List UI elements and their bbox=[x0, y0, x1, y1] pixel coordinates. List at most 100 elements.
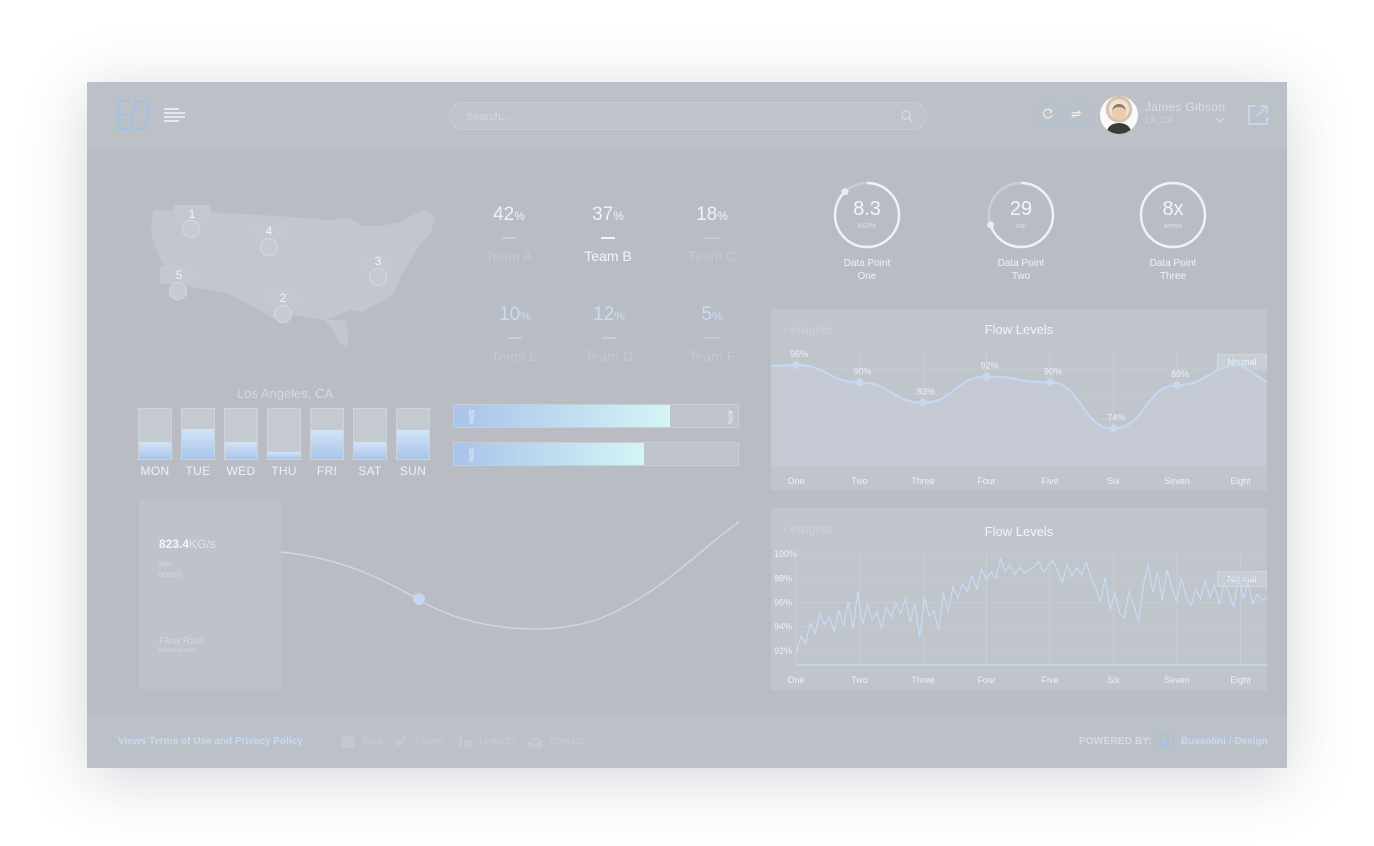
gauge-label-line2: Three bbox=[1159, 271, 1187, 282]
team-value: 10% bbox=[475, 304, 555, 326]
x-tick-label: One bbox=[787, 476, 804, 486]
progress-label-left: 50% bbox=[467, 410, 474, 425]
x-tick-label: Six bbox=[1107, 675, 1120, 685]
refresh-icon bbox=[1043, 108, 1053, 119]
day-bar bbox=[138, 408, 172, 460]
gauge-value: 8x bbox=[1162, 198, 1184, 220]
location-title: Los Angeles, CA bbox=[237, 386, 334, 401]
team-name[interactable]: Team B bbox=[563, 248, 653, 264]
data-point[interactable] bbox=[792, 361, 800, 369]
map-pin-icon[interactable] bbox=[169, 282, 187, 300]
y-tick-label: 94% bbox=[774, 622, 792, 632]
chevron-down-icon[interactable] bbox=[1215, 116, 1225, 124]
day-bar-fill bbox=[139, 441, 171, 459]
brand-logo-icon[interactable] bbox=[115, 97, 151, 133]
day-label: TUE bbox=[185, 464, 211, 478]
day-bar bbox=[181, 408, 215, 460]
footer-link-blog[interactable]: Blog bbox=[362, 736, 382, 747]
day-bar-fill bbox=[225, 441, 257, 459]
team-value-number: 42 bbox=[493, 204, 515, 225]
progress-bar: 50% 40% bbox=[453, 404, 739, 428]
team-value-unit: % bbox=[520, 309, 531, 323]
flow-rate-curve bbox=[281, 521, 740, 630]
day-bar-fill bbox=[182, 429, 214, 459]
flow-rate-value: 823.4KG/s bbox=[159, 537, 216, 551]
flow-rate-unit: KG/s bbox=[189, 537, 216, 551]
flow-rate-name: Flow Rate bbox=[159, 636, 205, 647]
x-tick-label: Four bbox=[977, 675, 996, 685]
team-name[interactable]: Team C bbox=[667, 248, 757, 264]
search-icon[interactable] bbox=[900, 109, 914, 123]
data-point[interactable] bbox=[982, 372, 991, 381]
team-value: 37% bbox=[568, 204, 648, 226]
day-label: SUN bbox=[399, 464, 427, 478]
team-name[interactable]: Team E bbox=[470, 348, 560, 364]
progress-fill bbox=[454, 443, 645, 465]
data-point[interactable] bbox=[1109, 424, 1118, 433]
x-tick-label: Three bbox=[911, 476, 935, 486]
gauge-value: 8.3 bbox=[853, 198, 881, 220]
y-tick-label: 96% bbox=[774, 597, 792, 607]
y-tick-label: 98% bbox=[774, 573, 792, 583]
progress-label-left: 50% bbox=[467, 448, 474, 463]
search-bar bbox=[449, 102, 927, 130]
refresh-button[interactable] bbox=[1037, 103, 1061, 127]
dashboard-window: James Gibson LA, CA 1 4 5 3 2 Los Angele… bbox=[87, 82, 1287, 768]
gauge-unit: min bbox=[1015, 223, 1027, 230]
data-point[interactable] bbox=[919, 398, 927, 407]
sync-icon bbox=[1070, 110, 1082, 118]
gauge-label: Data Point One bbox=[822, 257, 912, 283]
team-value-unit: % bbox=[711, 309, 723, 323]
flow-levels-panel-2: ‹ Insights Flow Levels Normal 100% 98% 96%… bbox=[771, 508, 1267, 690]
menu-icon[interactable] bbox=[163, 106, 187, 124]
day-label: WED bbox=[226, 464, 256, 478]
data-label: 92% bbox=[980, 361, 998, 371]
flow-curve-handle[interactable] bbox=[413, 593, 425, 605]
x-tick-label: Seven bbox=[1164, 476, 1190, 486]
x-tick-label: Four bbox=[977, 476, 996, 486]
brand-name-link[interactable]: Bussolini / Design bbox=[1181, 736, 1268, 747]
user-portrait-icon bbox=[1106, 104, 1132, 134]
gauge-unit: worse bbox=[1163, 223, 1183, 230]
footer-link-linkedin[interactable]: LinkedIn bbox=[479, 736, 517, 747]
terms-link[interactable]: Views Terms of Use and Privacy Policy bbox=[118, 736, 303, 747]
team-divider bbox=[508, 337, 522, 339]
team-name[interactable]: Team F bbox=[667, 348, 757, 364]
day-bar bbox=[353, 408, 387, 460]
data-point[interactable] bbox=[1046, 378, 1054, 387]
y-tick-label: 100% bbox=[774, 549, 797, 559]
map-pin-icon[interactable] bbox=[182, 220, 200, 238]
x-tick-label: Two bbox=[851, 476, 868, 486]
gauge-label: Data Point Two bbox=[976, 257, 1066, 283]
gauge-label-line1: Data Point bbox=[1149, 258, 1197, 269]
footer-link-contact[interactable]: Contact bbox=[549, 736, 583, 747]
day-label: FRI bbox=[316, 464, 338, 478]
team-divider bbox=[705, 237, 719, 239]
team-value-number: 12 bbox=[593, 304, 615, 325]
search-input[interactable] bbox=[464, 107, 888, 127]
data-point[interactable] bbox=[855, 378, 864, 387]
data-label: 74% bbox=[1107, 413, 1125, 423]
external-link-icon[interactable] bbox=[1245, 102, 1271, 128]
data-label: 83% bbox=[917, 387, 935, 397]
day-bar-fill bbox=[268, 451, 300, 459]
gauge-label-line2: One bbox=[857, 271, 877, 282]
map-pin-icon[interactable] bbox=[369, 268, 387, 286]
day-label: SAT bbox=[358, 464, 382, 478]
team-value-number: 37 bbox=[592, 204, 614, 225]
data-label: 96% bbox=[790, 349, 808, 359]
gauge-handle[interactable] bbox=[841, 188, 849, 196]
team-name[interactable]: Team A bbox=[464, 248, 554, 264]
x-tick-label: Two bbox=[851, 675, 868, 685]
sync-button[interactable] bbox=[1066, 103, 1090, 127]
data-point[interactable] bbox=[1173, 381, 1181, 390]
day-bar bbox=[224, 408, 258, 460]
user-avatar[interactable] bbox=[1100, 96, 1138, 134]
user-name: James Gibson bbox=[1145, 100, 1226, 114]
x-tick-label: Three bbox=[911, 675, 935, 685]
map-pin-icon[interactable] bbox=[274, 305, 292, 323]
team-name[interactable]: Team D bbox=[564, 348, 654, 364]
gauge-label-line1: Data Point bbox=[997, 258, 1045, 269]
map-pin-icon[interactable] bbox=[260, 238, 278, 256]
footer-link-twitter[interactable]: Twitter bbox=[414, 736, 443, 747]
